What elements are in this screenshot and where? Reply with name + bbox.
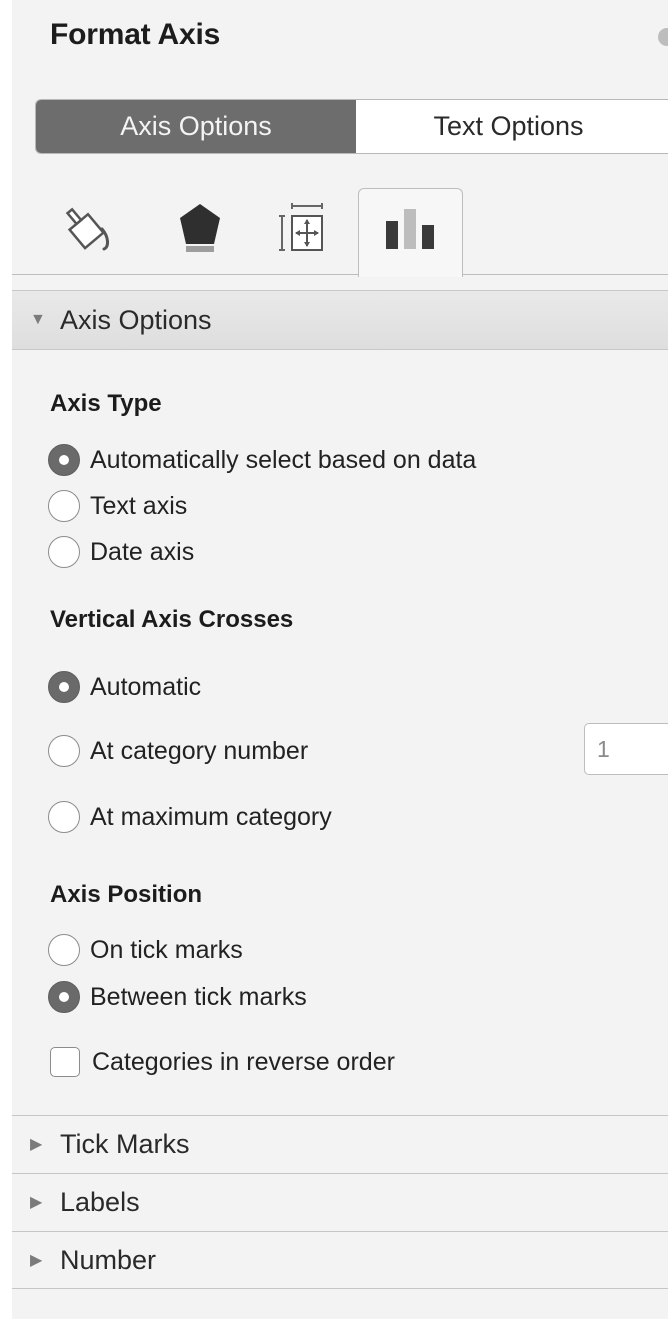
option-label: Text axis — [90, 491, 188, 520]
radio-date-axis[interactable]: Date axis — [48, 532, 194, 572]
radio-button[interactable] — [48, 801, 80, 833]
option-label: Automatically select based on data — [90, 445, 477, 474]
labels-section-header[interactable]: ▶ Labels — [12, 1173, 668, 1230]
effects-icon[interactable] — [168, 196, 232, 260]
axis-options-icon[interactable] — [378, 196, 442, 260]
reverse-order-checkbox-row[interactable]: Categories in reverse order — [50, 1042, 395, 1082]
axis-options-section-header[interactable]: ▼ Axis Options — [12, 290, 668, 350]
radio-button[interactable] — [48, 671, 80, 703]
option-label: At maximum category — [90, 802, 332, 831]
tick-marks-section-header[interactable]: ▶ Tick Marks — [12, 1115, 668, 1172]
section-title: Number — [60, 1244, 157, 1275]
pane-title: Format Axis — [50, 18, 221, 51]
reverse-order-checkbox[interactable] — [50, 1047, 80, 1077]
radio-at-maximum-category[interactable]: At maximum category — [48, 797, 332, 837]
radio-automatic[interactable]: Automatic — [48, 667, 201, 707]
section-divider — [12, 1288, 668, 1289]
radio-button[interactable] — [48, 981, 80, 1013]
vertical-axis-crosses-heading: Vertical Axis Crosses — [50, 606, 294, 633]
tab-divider — [12, 274, 668, 275]
radio-text-axis[interactable]: Text axis — [48, 486, 187, 526]
radio-between-tick-marks[interactable]: Between tick marks — [48, 977, 307, 1017]
text-options-tab[interactable]: Text Options — [356, 100, 668, 153]
radio-button[interactable] — [48, 735, 80, 767]
size-properties-icon[interactable] — [270, 196, 334, 260]
fill-line-icon[interactable] — [54, 196, 118, 260]
axis-type-heading: Axis Type — [50, 390, 162, 417]
option-label: On tick marks — [90, 935, 243, 964]
radio-on-tick-marks[interactable]: On tick marks — [48, 930, 243, 970]
category-number-input[interactable]: 1 — [584, 723, 668, 775]
option-label: At category number — [90, 736, 309, 765]
number-section-header[interactable]: ▶ Number — [12, 1231, 668, 1288]
caret-down-icon: ▼ — [30, 311, 46, 328]
section-title: Tick Marks — [60, 1128, 190, 1159]
radio-auto-select[interactable]: Automatically select based on data — [48, 440, 476, 480]
options-segmented-control: Axis Options Text Options — [35, 99, 668, 154]
axis-position-heading: Axis Position — [50, 881, 203, 908]
radio-button[interactable] — [48, 444, 80, 476]
radio-at-category-number[interactable]: At category number — [48, 731, 308, 771]
axis-options-tab[interactable]: Axis Options — [36, 100, 356, 153]
option-label: Between tick marks — [90, 982, 307, 1011]
radio-button[interactable] — [48, 934, 80, 966]
radio-button[interactable] — [48, 490, 80, 522]
caret-right-icon: ▶ — [30, 1252, 43, 1269]
radio-button[interactable] — [48, 536, 80, 568]
section-title: Labels — [60, 1186, 140, 1217]
caret-right-icon: ▶ — [30, 1136, 43, 1153]
caret-right-icon: ▶ — [30, 1194, 43, 1211]
section-title: Axis Options — [60, 304, 212, 335]
option-label: Automatic — [90, 672, 202, 701]
option-label: Categories in reverse order — [92, 1047, 395, 1076]
option-label: Date axis — [90, 537, 195, 566]
